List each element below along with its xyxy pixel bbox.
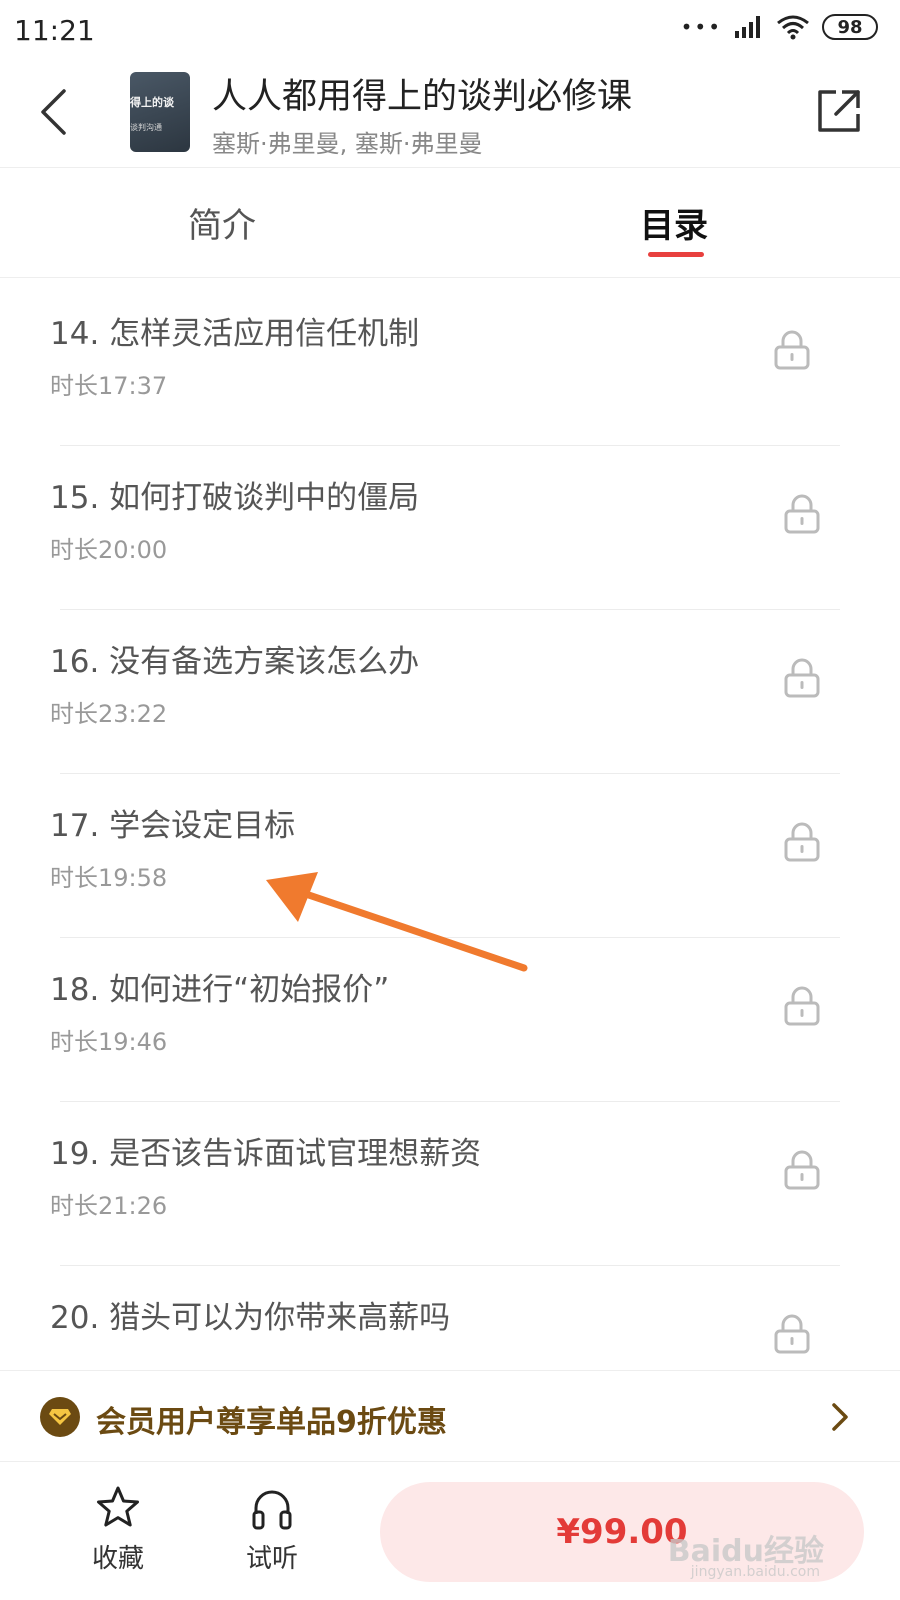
- list-item[interactable]: 16. 没有备选方案该怎么办 时长23:22: [0, 606, 900, 774]
- item-title: 20. 猎头可以为你带来高薪吗: [50, 1300, 451, 1336]
- item-duration: 时长21:26: [50, 1192, 168, 1220]
- tab-catalog[interactable]: 目录: [640, 198, 708, 247]
- item-duration: 时长19:58: [50, 864, 168, 892]
- list-item[interactable]: 14. 怎样灵活应用信任机制 时长17:37: [0, 278, 900, 446]
- list-item[interactable]: 17. 学会设定目标 时长19:58: [0, 770, 900, 938]
- trial-listen-button[interactable]: 试听: [222, 1484, 322, 1584]
- status-bar: 11:21 ••• 98: [0, 0, 900, 62]
- item-duration: 时长23:22: [50, 700, 168, 728]
- favorite-button[interactable]: 收藏: [68, 1484, 168, 1584]
- item-duration: 时长17:37: [50, 372, 168, 400]
- lock-icon: [774, 1314, 810, 1354]
- tab-bar: 简介 目录: [0, 168, 900, 278]
- lock-icon: [774, 330, 810, 370]
- cover-subtext: 谈判沟通: [130, 123, 162, 132]
- member-banner-text: 会员用户尊享单品9折优惠: [96, 1405, 447, 1440]
- lock-icon: [784, 822, 820, 862]
- catalog-list[interactable]: 14. 怎样灵活应用信任机制 时长17:37 15. 如何打破谈判中的僵局 时长…: [0, 278, 900, 1370]
- status-icons: ••• 98: [681, 14, 878, 40]
- status-time: 11:21: [14, 14, 95, 47]
- lock-icon: [784, 986, 820, 1026]
- share-icon: [818, 90, 860, 132]
- album-cover: 得上的谈 谈判沟通: [130, 72, 190, 152]
- item-title: 18. 如何进行“初始报价”: [50, 972, 390, 1008]
- buy-button[interactable]: ¥99.00 Baidu经验 jingyan.baidu.com: [380, 1482, 864, 1582]
- share-button[interactable]: [812, 84, 866, 138]
- item-title: 17. 学会设定目标: [50, 808, 296, 844]
- battery-level: 98: [837, 16, 863, 38]
- list-item[interactable]: 20. 猎头可以为你带来高薪吗: [0, 1262, 900, 1370]
- member-badge-icon: [40, 1397, 80, 1437]
- tab-intro[interactable]: 简介: [188, 198, 256, 247]
- chevron-left-icon: [41, 89, 66, 135]
- item-title: 15. 如何打破谈判中的僵局: [50, 480, 420, 516]
- headphones-icon: [252, 1490, 292, 1530]
- signal-dots-icon: •••: [680, 15, 722, 39]
- bottom-action-bar: 收藏 试听 ¥99.00 Baidu经验 jingyan.baidu.com: [0, 1462, 900, 1600]
- item-title: 16. 没有备选方案该怎么办: [50, 644, 420, 680]
- chevron-right-icon: [832, 1403, 848, 1431]
- lock-icon: [784, 494, 820, 534]
- page-title: 人人都用得上的谈判必修课: [212, 77, 633, 117]
- list-item[interactable]: 18. 如何进行“初始报价” 时长19:46: [0, 934, 900, 1102]
- item-title: 14. 怎样灵活应用信任机制: [50, 316, 420, 352]
- list-item[interactable]: 19. 是否该告诉面试官理想薪资 时长21:26: [0, 1098, 900, 1266]
- item-duration: 时长19:46: [50, 1028, 168, 1056]
- item-duration: 时长20:00: [50, 536, 168, 564]
- favorite-label: 收藏: [91, 1544, 144, 1574]
- watermark-subtext: jingyan.baidu.com: [690, 1564, 820, 1580]
- item-title: 19. 是否该告诉面试官理想薪资: [50, 1136, 482, 1172]
- back-button[interactable]: [28, 82, 78, 142]
- cover-text: 得上的谈: [130, 96, 174, 109]
- star-icon: [97, 1486, 139, 1527]
- member-discount-banner[interactable]: 会员用户尊享单品9折优惠: [0, 1370, 900, 1462]
- wifi-icon: [777, 15, 809, 40]
- battery-icon: 98: [822, 14, 878, 40]
- header: 得上的谈 谈判沟通 人人都用得上的谈判必修课 塞斯·弗里曼, 塞斯·弗里曼: [0, 62, 900, 168]
- lock-icon: [784, 658, 820, 698]
- trial-listen-label: 试听: [245, 1544, 298, 1574]
- list-item[interactable]: 15. 如何打破谈判中的僵局 时长20:00: [0, 442, 900, 610]
- cell-signal-icon: [735, 16, 760, 38]
- lock-icon: [784, 1150, 820, 1190]
- active-tab-indicator: [648, 252, 704, 257]
- author-text: 塞斯·弗里曼, 塞斯·弗里曼: [212, 130, 483, 158]
